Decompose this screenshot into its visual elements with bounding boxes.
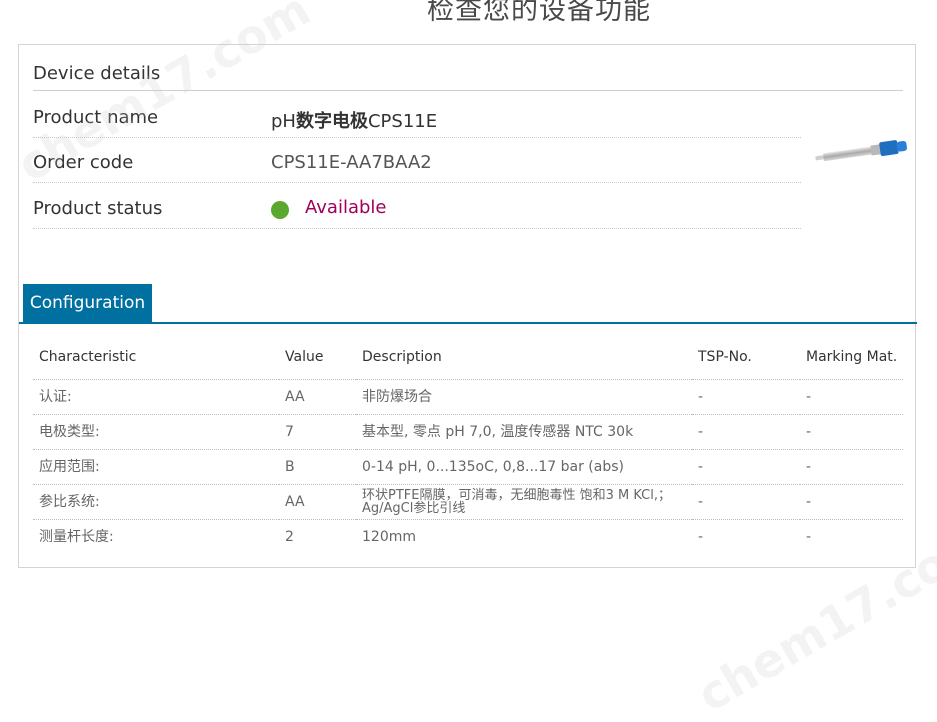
configuration-table: Characteristic Value Description TSP-No.…: [33, 335, 903, 554]
electrode-product-image: [815, 140, 907, 162]
cell-characteristic: 电极类型:: [33, 414, 279, 450]
cell-characteristic: 认证:: [33, 379, 279, 415]
cell-marking-mat: -: [800, 414, 903, 450]
table-row: 参比系统: AA 环状PTFE隔膜，可消毒，无细胞毒性 饱和3 M KCl,；A…: [33, 484, 903, 520]
product-name-row: Product name pH数字电极CPS11E: [33, 93, 801, 138]
tab-divider: [19, 322, 917, 324]
column-header-marking-mat: Marking Mat.: [800, 335, 903, 380]
order-code-label: Order code: [33, 152, 134, 173]
cell-value: AA: [279, 484, 356, 520]
cell-characteristic: 应用范围:: [33, 449, 279, 485]
cell-tsp-no: -: [692, 379, 800, 415]
product-name-suffix: CPS11E: [367, 111, 438, 132]
status-dot-icon: [271, 201, 289, 219]
cell-tsp-no: -: [692, 484, 800, 520]
order-code-value: CPS11E-AA7BAA2: [271, 152, 432, 173]
product-status-row: Product status Available: [33, 184, 801, 229]
column-header-value: Value: [279, 335, 356, 380]
column-header-description: Description: [356, 335, 692, 380]
cell-value: B: [279, 449, 356, 485]
cell-characteristic: 测量杆长度:: [39, 529, 114, 545]
product-name-value: pH数字电极CPS11E: [271, 107, 437, 133]
product-status-label: Product status: [33, 198, 163, 219]
cell-marking-mat: -: [800, 484, 903, 520]
cell-tsp-no: -: [692, 414, 800, 450]
cell-characteristic: 参比系统:: [33, 484, 279, 520]
cell-value: 7: [279, 414, 356, 450]
cell-marking-mat: -: [800, 379, 903, 415]
table-row: 认证: AA 非防爆场合 - -: [33, 379, 903, 415]
page-heading: 检查您的设备功能: [427, 0, 651, 26]
table-row: 电极类型: 7 基本型, 零点 pH 7,0, 温度传感器 NTC 30k - …: [33, 414, 903, 450]
cell-description: 非防爆场合: [356, 379, 692, 415]
order-code-row: Order code CPS11E-AA7BAA2: [33, 138, 801, 183]
column-header-characteristic: Characteristic: [33, 335, 279, 380]
product-status-value: Available: [305, 197, 387, 218]
cell-marking-mat: -: [806, 529, 812, 545]
product-name-bold: 数字电极: [295, 111, 368, 132]
device-panel: Device details Product name pH数字电极CPS11E…: [18, 44, 917, 568]
cell-value: 2: [285, 529, 294, 545]
details-divider: [33, 90, 903, 91]
cell-description: 120mm: [362, 529, 416, 545]
table-header-row: Characteristic Value Description TSP-No.…: [33, 335, 903, 380]
column-header-tsp-no: TSP-No.: [692, 335, 800, 380]
product-name-label: Product name: [33, 107, 159, 128]
product-name-prefix: pH: [271, 111, 296, 132]
table-row: 应用范围: B 0-14 pH, 0...135oC, 0,8...17 bar…: [33, 449, 903, 485]
table-row: 测量杆长度: 2 120mm - -: [33, 520, 903, 555]
cell-description: 基本型, 零点 pH 7,0, 温度传感器 NTC 30k: [356, 414, 692, 450]
cell-value: AA: [279, 379, 356, 415]
tab-configuration[interactable]: Configuration: [23, 284, 152, 324]
device-details-title: Device details: [33, 63, 161, 84]
cell-tsp-no: -: [692, 449, 800, 485]
cell-tsp-no: -: [698, 529, 704, 545]
cell-marking-mat: -: [800, 449, 903, 485]
cell-description: 0-14 pH, 0...135oC, 0,8...17 bar (abs): [356, 449, 692, 485]
cell-description: 环状PTFE隔膜，可消毒，无细胞毒性 饱和3 M KCl,；Ag/AgCl参比引…: [356, 484, 692, 520]
